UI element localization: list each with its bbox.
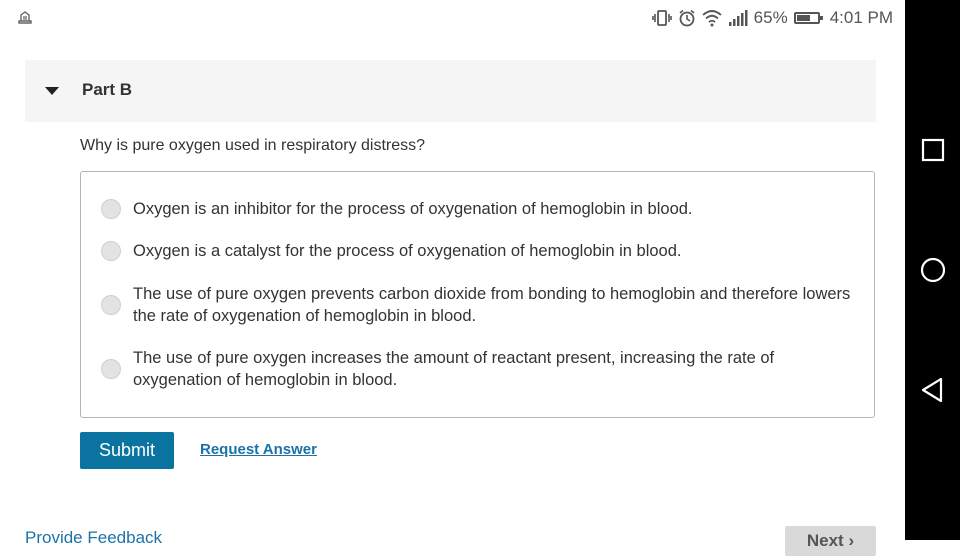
clock: 4:01 PM <box>829 8 893 27</box>
next-button[interactable]: Next › <box>785 526 876 556</box>
question-text: Why is pure oxygen used in respiratory d… <box>80 137 426 154</box>
chevron-right-icon: › <box>848 531 855 550</box>
radio-button[interactable] <box>101 199 121 219</box>
status-icons: 65% 4:01 PM <box>651 7 893 29</box>
alarm-icon <box>679 9 695 27</box>
request-answer-link[interactable]: Request Answer <box>200 441 317 458</box>
answer-option-label: The use of pure oxygen prevents carbon d… <box>133 285 851 325</box>
wifi-icon <box>702 10 722 27</box>
radio-button[interactable] <box>101 359 121 379</box>
status-bar: 65% 4:01 PM <box>0 0 905 36</box>
part-header[interactable]: Part B <box>25 60 876 122</box>
battery-percent: 65% <box>753 8 788 27</box>
answer-option-label: The use of pure oxygen increases the amo… <box>133 349 775 389</box>
submit-button[interactable]: Submit <box>80 432 174 469</box>
part-title: Part B <box>82 80 133 99</box>
answer-options: Oxygen is an inhibitor for the process o… <box>80 171 875 418</box>
provide-feedback-link[interactable]: Provide Feedback <box>25 528 162 548</box>
system-nav-bar <box>905 0 960 540</box>
next-button-label: Next <box>806 531 844 550</box>
collapse-caret-icon[interactable] <box>45 87 59 95</box>
answer-option-label: Oxygen is an inhibitor for the process o… <box>133 200 693 218</box>
home-icon[interactable] <box>919 256 947 284</box>
back-icon[interactable] <box>919 376 947 404</box>
radio-button[interactable] <box>101 241 121 261</box>
answer-option[interactable]: Oxygen is an inhibitor for the process o… <box>101 198 861 220</box>
answer-option[interactable]: The use of pure oxygen increases the amo… <box>101 347 861 391</box>
radio-button[interactable] <box>101 295 121 315</box>
answer-option[interactable]: The use of pure oxygen prevents carbon d… <box>101 283 861 327</box>
vibrate-icon <box>651 10 672 26</box>
answer-option-label: Oxygen is a catalyst for the process of … <box>133 242 682 260</box>
notification-icon <box>18 11 32 24</box>
answer-option[interactable]: Oxygen is a catalyst for the process of … <box>101 240 861 262</box>
recents-icon[interactable] <box>919 136 947 164</box>
battery-icon <box>793 12 823 24</box>
signal-icon <box>728 10 748 26</box>
